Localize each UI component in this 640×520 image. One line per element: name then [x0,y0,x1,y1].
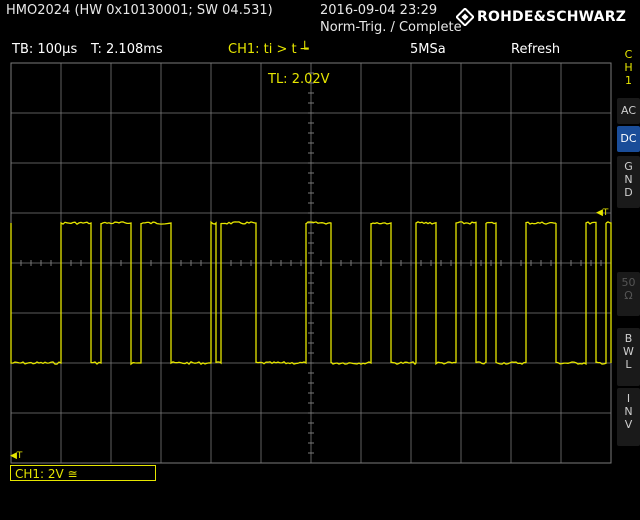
sample-rate-readout[interactable]: 5MSa [410,41,446,58]
ch-number: 1 [625,74,632,87]
trigger-time-readout[interactable]: T: 2.108ms [91,41,163,58]
device-model: HMO2024 (HW 0x10130001; SW 04.531) [6,3,273,18]
rs-diamond-logo-icon [456,8,474,26]
gnd-letter: D [624,186,633,199]
inv-letter: V [624,418,633,431]
acquisition-status: Norm-Trig. / Complete [320,20,462,35]
datetime: 2016-09-04 23:29 [320,3,438,18]
trigger-level-marker[interactable]: ◀T [596,208,609,218]
gnd-coupling-button[interactable]: G N D [617,156,640,208]
brand-logo: ROHDE&SCHWARZ [456,8,626,26]
channel-scale-box[interactable]: CH1: 2V ≅ [10,465,156,481]
ac-coupling-button[interactable]: AC [617,98,640,124]
inv-letter: I [626,392,631,405]
ohm-symbol: Ω [624,289,633,302]
bandwidth-limit-button[interactable]: B W L [617,328,640,386]
ch-letter-c: C [624,48,633,61]
inv-letter: N [624,405,633,418]
gnd-letter: G [624,160,633,173]
ch-letter-h: H [624,61,633,74]
bwl-letter: W [623,345,634,358]
title-bar: HMO2024 (HW 0x10130001; SW 04.531) 2016-… [0,0,640,40]
channel-trigger-readout[interactable]: CH1: ti > t ┶ [228,41,309,58]
channel-1-label: C H 1 [617,48,640,94]
fifty-label: 50 [621,276,636,289]
invert-button[interactable]: I N V [617,388,640,446]
fifty-ohm-button[interactable]: 50 Ω [617,272,640,316]
gnd-letter: N [624,173,633,186]
trigger-position-marker[interactable]: ◀T [10,451,23,461]
bwl-letter: L [625,358,632,371]
oscilloscope-display[interactable]: TL: 2.02V 1 ◀T ◀T [10,62,612,464]
acquisition-mode-readout[interactable]: Refresh [511,41,560,58]
timebase-readout[interactable]: TB: 100µs [12,41,77,58]
brand-name: ROHDE&SCHWARZ [477,9,627,25]
dc-coupling-button[interactable]: DC [617,126,640,152]
trigger-level-label: TL: 2.02V [267,72,330,87]
bwl-letter: B [624,332,633,345]
